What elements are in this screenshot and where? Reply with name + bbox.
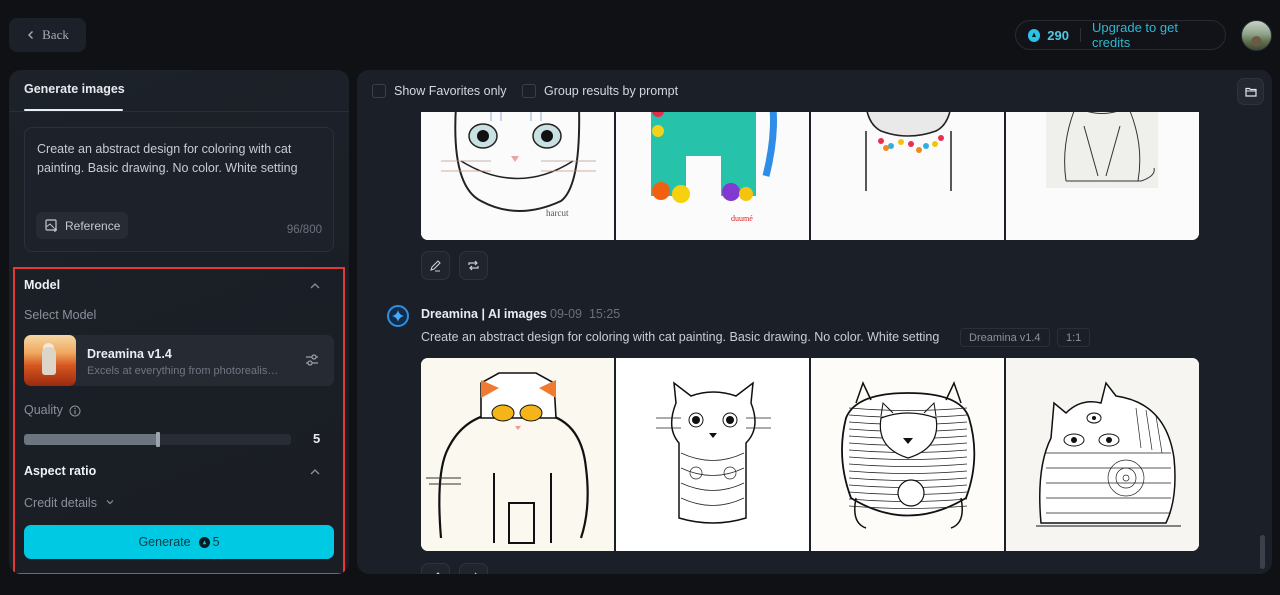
group-label[interactable]: Group results by prompt xyxy=(544,84,678,98)
upgrade-link[interactable]: Upgrade to get credits xyxy=(1092,20,1213,50)
sliders-icon[interactable] xyxy=(304,352,320,368)
scrollbar-thumb[interactable] xyxy=(1260,535,1265,569)
prompt-input[interactable]: Create an abstract design for coloring w… xyxy=(37,140,322,178)
author-name: Dreamina | AI images xyxy=(421,307,548,321)
generate-panel: Generate images Create an abstract desig… xyxy=(9,70,349,574)
favorites-label[interactable]: Show Favorites only xyxy=(394,84,507,98)
pencil-icon xyxy=(436,572,440,574)
folder-icon xyxy=(1244,87,1257,97)
svg-text:harcut: harcut xyxy=(546,208,569,218)
divider xyxy=(1080,28,1081,42)
ratio-tag: 1:1 xyxy=(1057,328,1091,347)
quality-label: Quality xyxy=(24,403,63,417)
model-description: Excels at everything from photorealism t… xyxy=(87,365,287,377)
quality-value: 5 xyxy=(313,431,321,446)
model-name: Dreamina v1.4 xyxy=(87,347,172,361)
model-thumbnail xyxy=(24,335,76,386)
reference-button[interactable]: Reference xyxy=(36,212,128,239)
quality-slider[interactable] xyxy=(24,432,291,447)
current-image-row xyxy=(421,358,1199,551)
divider xyxy=(9,111,349,112)
info-icon[interactable] xyxy=(69,405,81,417)
reference-label: Reference xyxy=(65,218,121,233)
result-image[interactable] xyxy=(421,358,614,551)
generate-button[interactable]: Generate 5 xyxy=(24,525,334,559)
select-model-label: Select Model xyxy=(24,308,97,322)
result-image[interactable] xyxy=(616,358,809,551)
credit-details-label: Credit details xyxy=(24,496,97,510)
repeat-icon xyxy=(474,572,477,574)
slider-thumb[interactable] xyxy=(156,432,160,447)
date: 09-09 xyxy=(550,307,582,321)
folder-button[interactable] xyxy=(1237,78,1264,105)
dreamina-avatar xyxy=(387,305,409,327)
repeat-icon xyxy=(468,260,479,271)
slider-fill xyxy=(24,434,158,445)
tab-generate-images[interactable]: Generate images xyxy=(24,82,125,96)
results-panel: Show Favorites only Group results by pro… xyxy=(357,70,1272,574)
generate-cost: 5 xyxy=(198,535,220,549)
generate-cost-value: 5 xyxy=(212,535,220,549)
model-tag: Dreamina v1.4 xyxy=(960,328,1050,347)
result-image[interactable] xyxy=(811,358,1004,551)
group-checkbox[interactable] xyxy=(522,84,536,98)
back-label: Back xyxy=(42,27,69,42)
edit-prompt-button[interactable] xyxy=(421,563,450,574)
filter-bar: Show Favorites only Group results by pro… xyxy=(357,70,1272,112)
favorites-checkbox[interactable] xyxy=(372,84,386,98)
chevron-left-icon xyxy=(28,31,34,39)
prompt-input-box[interactable]: Create an abstract design for coloring w… xyxy=(24,127,334,252)
credits-pill: 290 Upgrade to get credits xyxy=(1015,20,1226,50)
char-count: 96/800 xyxy=(286,224,322,236)
generation-prompt: Create an abstract design for coloring w… xyxy=(421,330,940,344)
result-image[interactable] xyxy=(1006,358,1199,551)
chevron-up-icon[interactable] xyxy=(309,466,321,478)
credit-icon xyxy=(1028,28,1041,42)
chevron-down-icon xyxy=(107,500,114,505)
time: 15:25 xyxy=(588,307,621,321)
svg-text:duumé: duumé xyxy=(731,214,753,223)
model-settings-section: Model Select Model Dreamina v1.4 Excels … xyxy=(13,267,345,574)
model-selector[interactable]: Dreamina v1.4 Excels at everything from … xyxy=(24,335,334,386)
user-avatar[interactable] xyxy=(1241,20,1272,51)
timestamp: 09-09 15:25 xyxy=(550,307,620,321)
sparkle-icon xyxy=(392,310,404,322)
regenerate-button[interactable] xyxy=(459,563,488,574)
image-add-icon xyxy=(45,219,57,232)
credits-count: 290 xyxy=(1047,27,1069,43)
credit-icon xyxy=(198,536,210,548)
edit-prompt-button[interactable] xyxy=(421,251,450,280)
aspect-ratio-title: Aspect ratio xyxy=(24,464,97,478)
back-button[interactable]: Back xyxy=(9,18,86,52)
chevron-up-icon[interactable] xyxy=(309,280,321,292)
generate-label: Generate xyxy=(138,535,191,549)
model-section-title: Model xyxy=(24,278,61,292)
credit-details-toggle[interactable]: Credit details xyxy=(24,496,115,510)
pencil-icon xyxy=(430,260,441,272)
regenerate-button[interactable] xyxy=(459,251,488,280)
